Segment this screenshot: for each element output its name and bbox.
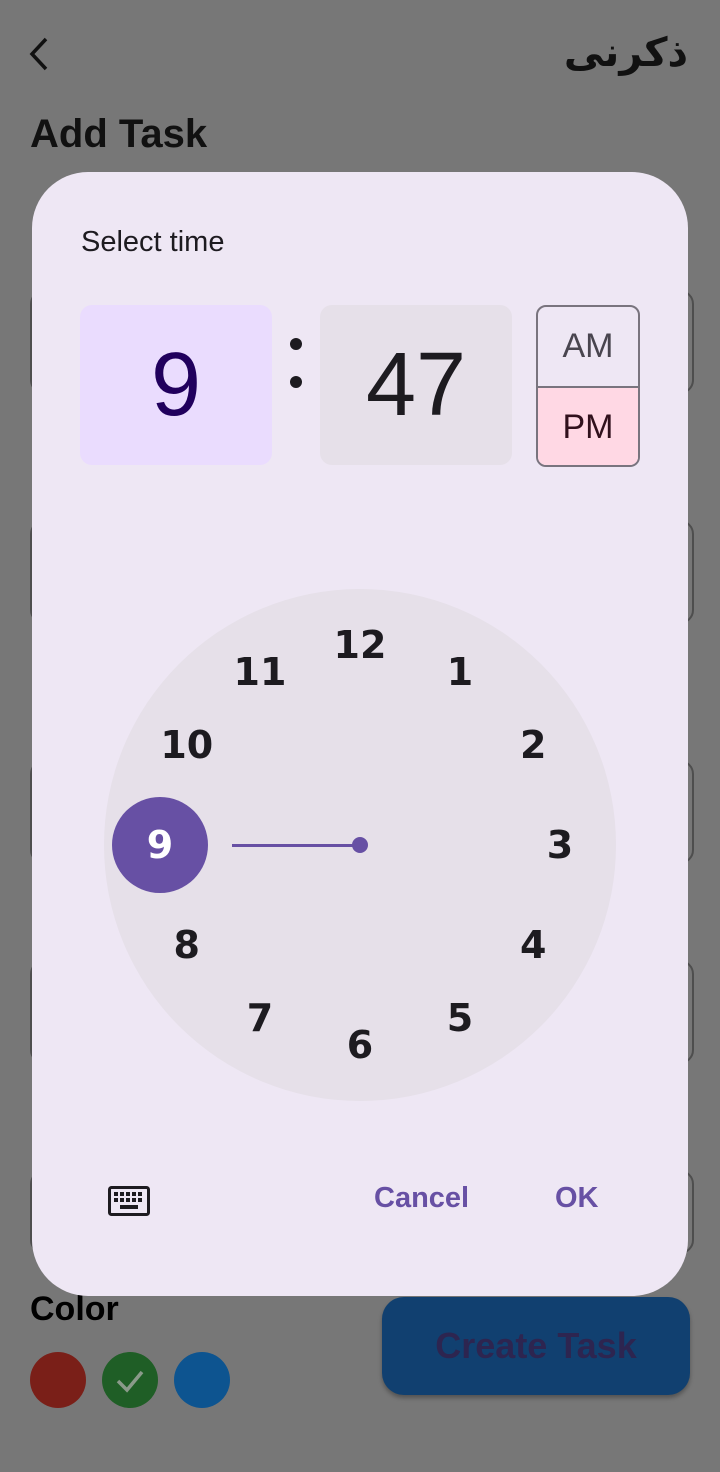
dial-number-9[interactable]: 9 (130, 815, 190, 875)
clock-dial[interactable]: 12 1 2 3 4 5 6 7 8 9 10 11 (104, 589, 616, 1101)
app-title: ذكرنى (563, 30, 688, 76)
time-picker-dialog: Select time 9 47 AM PM 12 1 2 3 4 5 6 7 8 9 10 11 C… (32, 172, 688, 1296)
minute-field[interactable]: 47 (320, 305, 512, 465)
dial-number-4[interactable]: 4 (503, 915, 563, 975)
back-chevron-icon[interactable] (26, 36, 56, 72)
dial-number-8[interactable]: 8 (157, 915, 217, 975)
dial-number-5[interactable]: 5 (430, 988, 490, 1048)
create-task-button[interactable]: Create Task (382, 1297, 690, 1395)
color-swatch-green[interactable] (102, 1352, 158, 1408)
dialog-title: Select time (81, 226, 225, 258)
pm-button[interactable]: PM (538, 388, 638, 465)
dial-number-7[interactable]: 7 (230, 988, 290, 1048)
time-separator (284, 322, 308, 422)
clock-hand (232, 844, 360, 847)
hour-field[interactable]: 9 (80, 305, 272, 465)
am-button[interactable]: AM (538, 307, 638, 388)
dial-number-11[interactable]: 11 (230, 642, 290, 702)
dial-number-6[interactable]: 6 (330, 1015, 390, 1075)
dial-number-2[interactable]: 2 (503, 715, 563, 775)
keyboard-icon[interactable] (108, 1186, 150, 1216)
color-swatch-red[interactable] (30, 1352, 86, 1408)
dial-number-1[interactable]: 1 (430, 642, 490, 702)
dial-number-10[interactable]: 10 (157, 715, 217, 775)
am-pm-toggle: AM PM (536, 305, 640, 467)
cancel-button[interactable]: Cancel (374, 1182, 469, 1215)
clock-center-dot (352, 837, 368, 853)
ok-button[interactable]: OK (555, 1182, 599, 1215)
page-heading: Add Task (30, 112, 208, 156)
dial-number-3[interactable]: 3 (530, 815, 590, 875)
dial-number-12[interactable]: 12 (330, 615, 390, 675)
color-swatch-blue[interactable] (174, 1352, 230, 1408)
check-icon (116, 1370, 144, 1393)
